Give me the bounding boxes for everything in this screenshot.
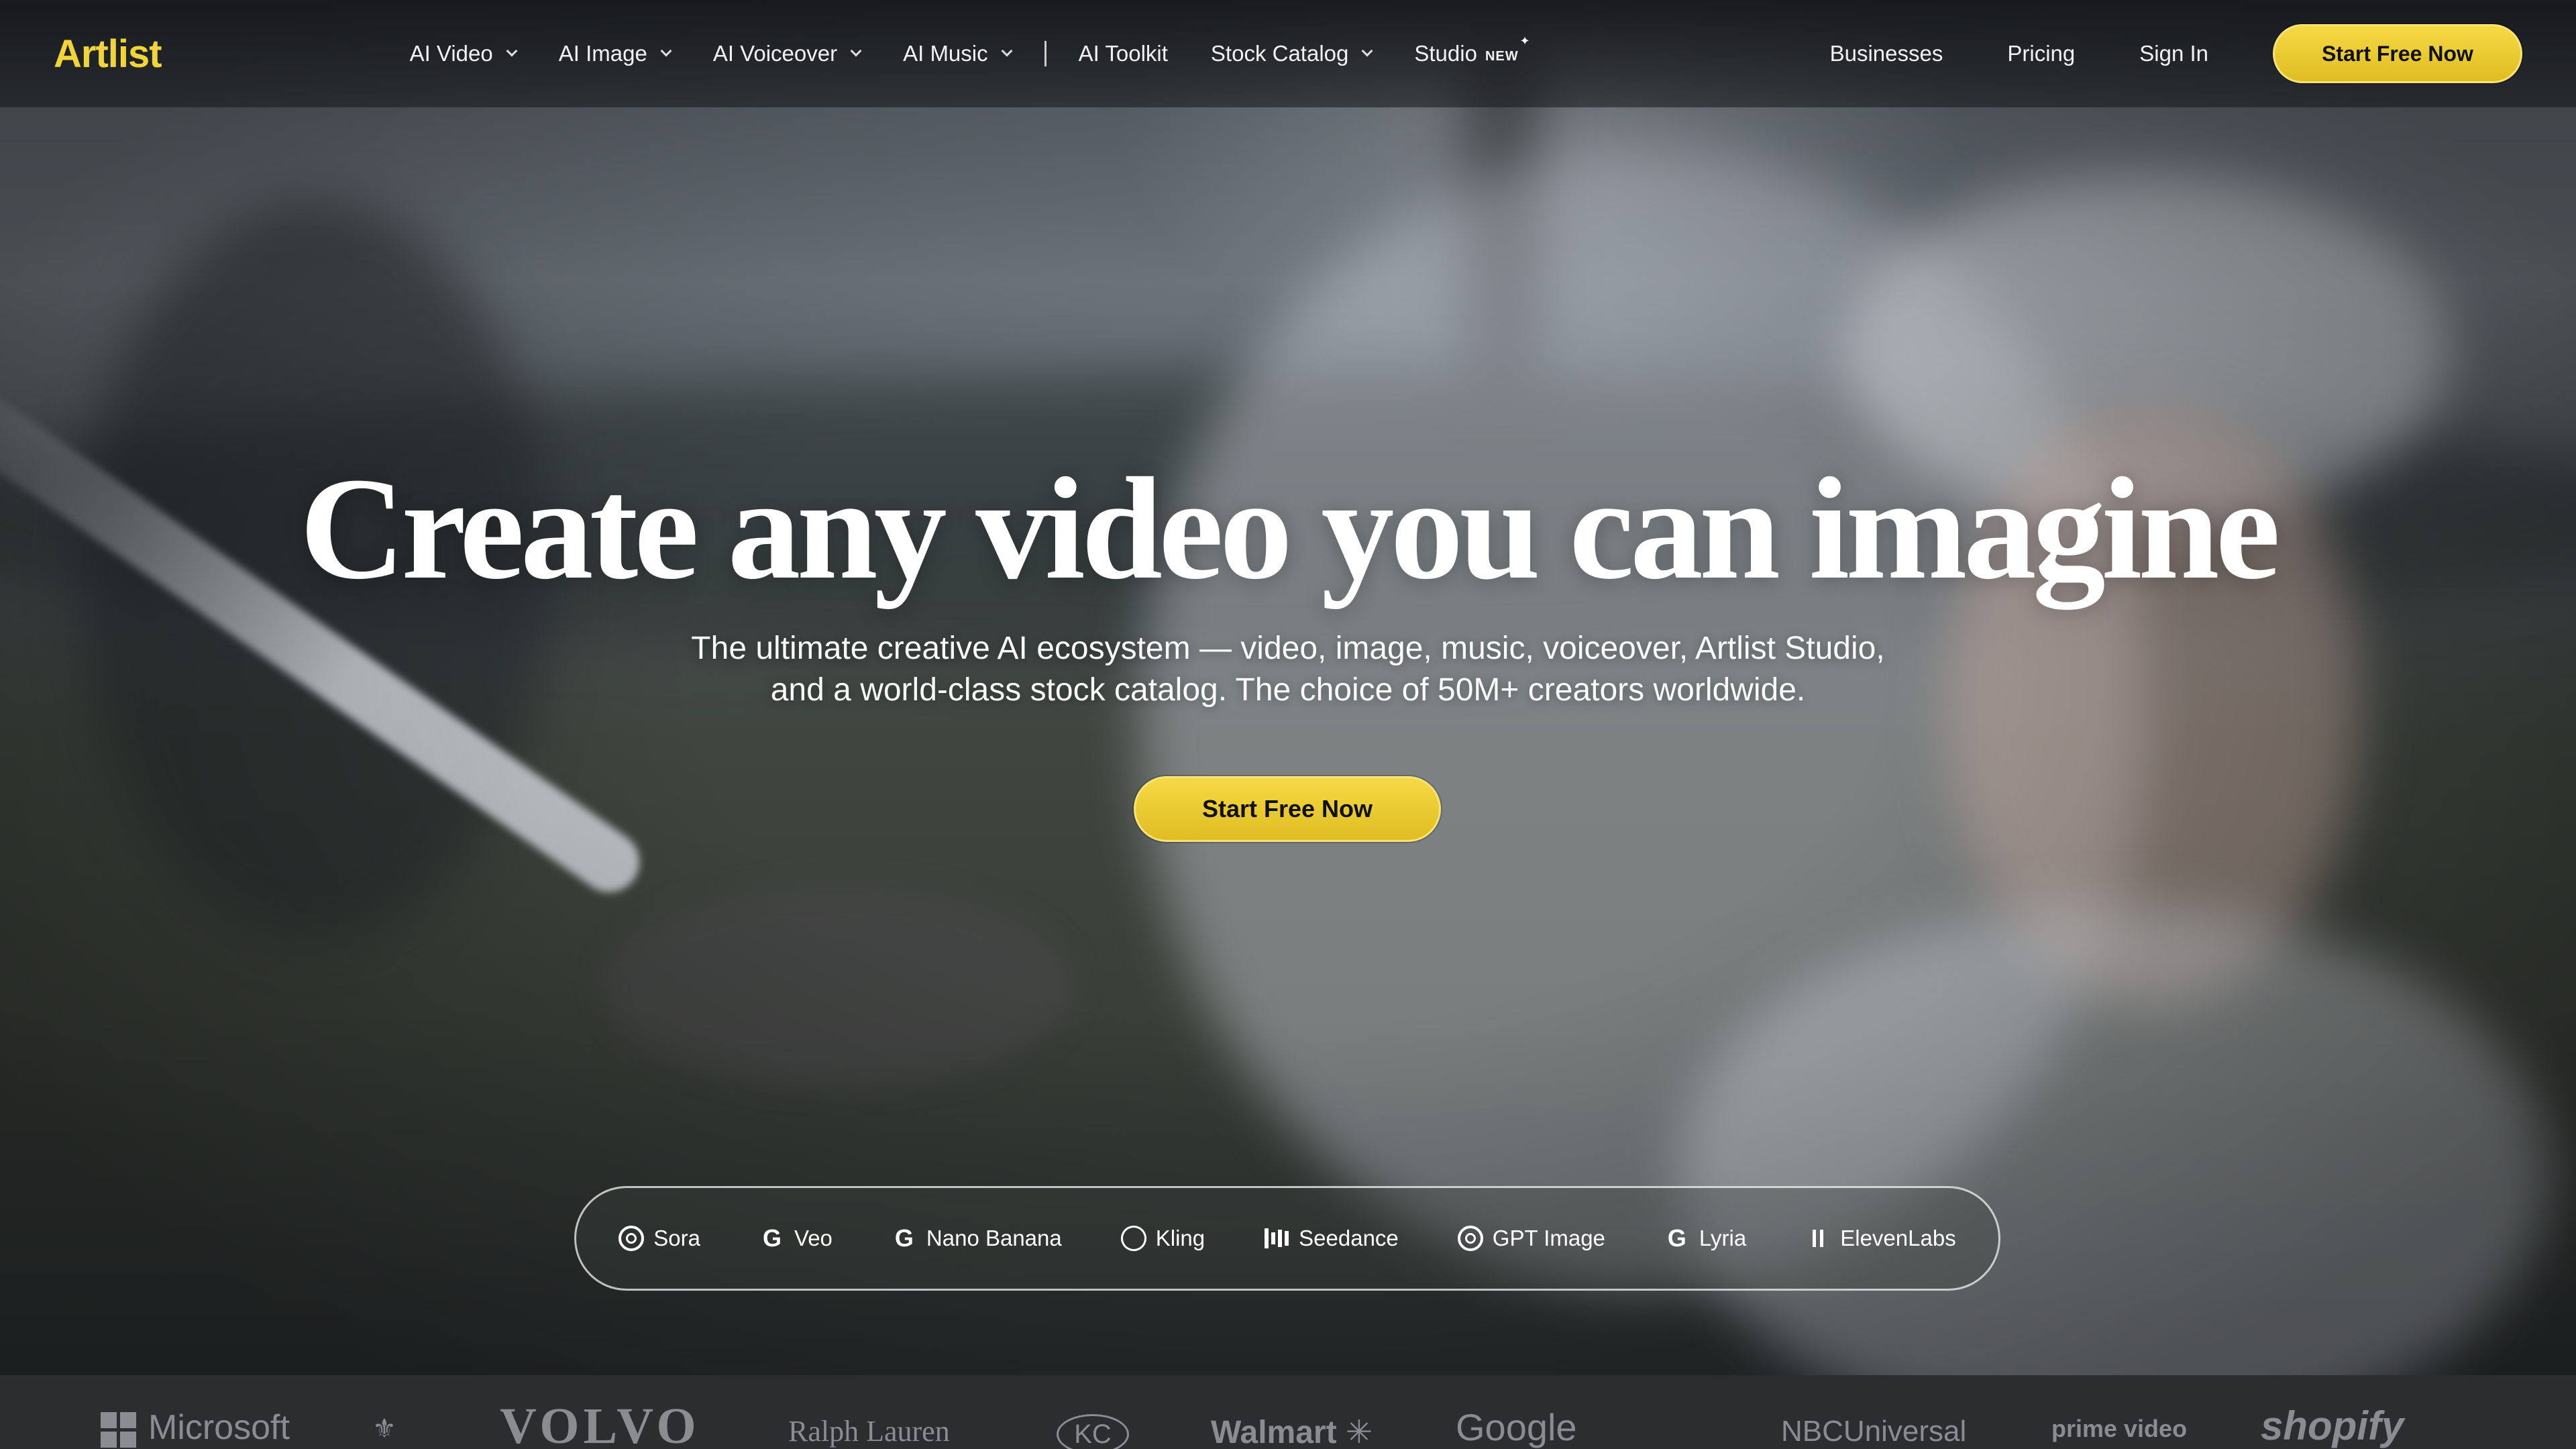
hero-subtitle-line-2: and a world-class stock catalog. The cho… — [770, 672, 1806, 708]
hero-subtitle-line-1: The ultimate creative AI ecosystem — vid… — [691, 631, 1885, 666]
kansas-city-chiefs-logo: KC — [1057, 1414, 1129, 1449]
model-veo[interactable]: G Veo — [759, 1224, 833, 1252]
hero-start-free-now-button[interactable]: Start Free Now — [1134, 776, 1441, 842]
nav-ai-toolkit-label: AI Toolkit — [1078, 41, 1168, 66]
chevron-down-icon — [1361, 45, 1373, 57]
model-nano-banana[interactable]: G Nano Banana — [892, 1224, 1062, 1252]
chevron-down-icon — [1001, 45, 1013, 57]
microsoft-grid-icon — [101, 1411, 136, 1448]
brand-name: Walmart — [1211, 1415, 1337, 1449]
openai-icon — [619, 1226, 645, 1251]
prime-video-logo: prime video — [2051, 1415, 2188, 1442]
model-gpt-image[interactable]: GPT Image — [1457, 1226, 1605, 1251]
chevron-down-icon — [850, 45, 862, 57]
new-badge: NEW — [1485, 34, 1530, 64]
model-label: Nano Banana — [926, 1226, 1062, 1250]
google-icon: G — [1667, 1224, 1686, 1252]
nav-pricing[interactable]: Pricing — [2007, 41, 2075, 66]
model-label: Kling — [1155, 1226, 1205, 1250]
chevron-down-icon — [660, 45, 672, 57]
model-sora[interactable]: Sora — [619, 1226, 700, 1251]
real-madrid-logo: ⚜ — [372, 1414, 396, 1444]
model-label: Seedance — [1299, 1226, 1399, 1250]
bars-icon — [1264, 1226, 1289, 1251]
model-seedance[interactable]: Seedance — [1264, 1226, 1399, 1251]
nav-ai-voiceover[interactable]: AI Voiceover — [712, 41, 862, 66]
model-lyria[interactable]: G Lyria — [1664, 1224, 1747, 1252]
ralph-lauren-logo: Ralph Lauren — [788, 1415, 950, 1448]
nav-ai-video-label: AI Video — [409, 41, 493, 66]
nav-ai-voiceover-label: AI Voiceover — [712, 41, 838, 66]
shopify-logo: shopify — [2261, 1403, 2404, 1448]
nav-ai-image-label: AI Image — [558, 41, 647, 66]
account-menu: Businesses Pricing Sign In Start Free No… — [1830, 24, 2522, 83]
customer-logos-strip: Microsoft ⚜ VOLVO Ralph Lauren KC Walmar… — [0, 1375, 2576, 1449]
start-free-now-button[interactable]: Start Free Now — [2273, 24, 2522, 83]
model-elevenlabs[interactable]: ElevenLabs — [1805, 1226, 1956, 1251]
nav-studio[interactable]: Studio NEW — [1414, 34, 1530, 66]
google-logo: Google — [1456, 1406, 1577, 1448]
kling-icon — [1117, 1222, 1150, 1255]
model-label: ElevenLabs — [1840, 1226, 1956, 1250]
walmart-logo: Walmart ✳ — [1211, 1415, 1373, 1449]
nav-divider — [1044, 41, 1046, 66]
nav-studio-label: Studio — [1414, 41, 1477, 66]
volvo-logo: VOLVO — [500, 1398, 700, 1449]
elevenlabs-icon — [1805, 1226, 1831, 1251]
microsoft-logo: Microsoft — [101, 1410, 290, 1448]
top-navigation: Artlist AI Video AI Image AI Voiceover A… — [0, 0, 2576, 107]
artlist-logo[interactable]: Artlist — [54, 32, 162, 76]
google-icon: G — [762, 1224, 782, 1252]
brand-name: Microsoft — [148, 1408, 290, 1447]
model-kling[interactable]: Kling — [1117, 1222, 1205, 1255]
nav-ai-music[interactable]: AI Music — [903, 41, 1013, 66]
model-label: Veo — [794, 1226, 833, 1250]
nav-businesses[interactable]: Businesses — [1830, 41, 1943, 66]
nav-ai-video[interactable]: AI Video — [409, 41, 518, 66]
nbcuniversal-logo: NBCUniversal — [1781, 1415, 1967, 1448]
chevron-down-icon — [506, 45, 518, 57]
nav-stock-catalog-label: Stock Catalog — [1210, 41, 1349, 66]
model-label: Sora — [653, 1226, 700, 1250]
ai-models-bar: Sora G Veo G Nano Banana Kling Seedance … — [574, 1186, 2000, 1291]
nav-ai-image[interactable]: AI Image — [558, 41, 672, 66]
model-label: Lyria — [1699, 1226, 1747, 1250]
hero-subtitle: The ultimate creative AI ecosystem — vid… — [0, 628, 2576, 711]
main-menu: AI Video AI Image AI Voiceover AI Music … — [409, 34, 1562, 66]
nav-ai-music-label: AI Music — [903, 41, 988, 66]
model-label: GPT Image — [1492, 1226, 1605, 1250]
nav-ai-toolkit[interactable]: AI Toolkit — [1079, 41, 1168, 66]
openai-icon — [1457, 1226, 1483, 1251]
google-icon: G — [894, 1224, 914, 1252]
nav-stock-catalog[interactable]: Stock Catalog — [1210, 41, 1373, 66]
nav-sign-in[interactable]: Sign In — [2139, 41, 2208, 66]
hero-title: Create any video you can imagine — [299, 448, 2281, 610]
